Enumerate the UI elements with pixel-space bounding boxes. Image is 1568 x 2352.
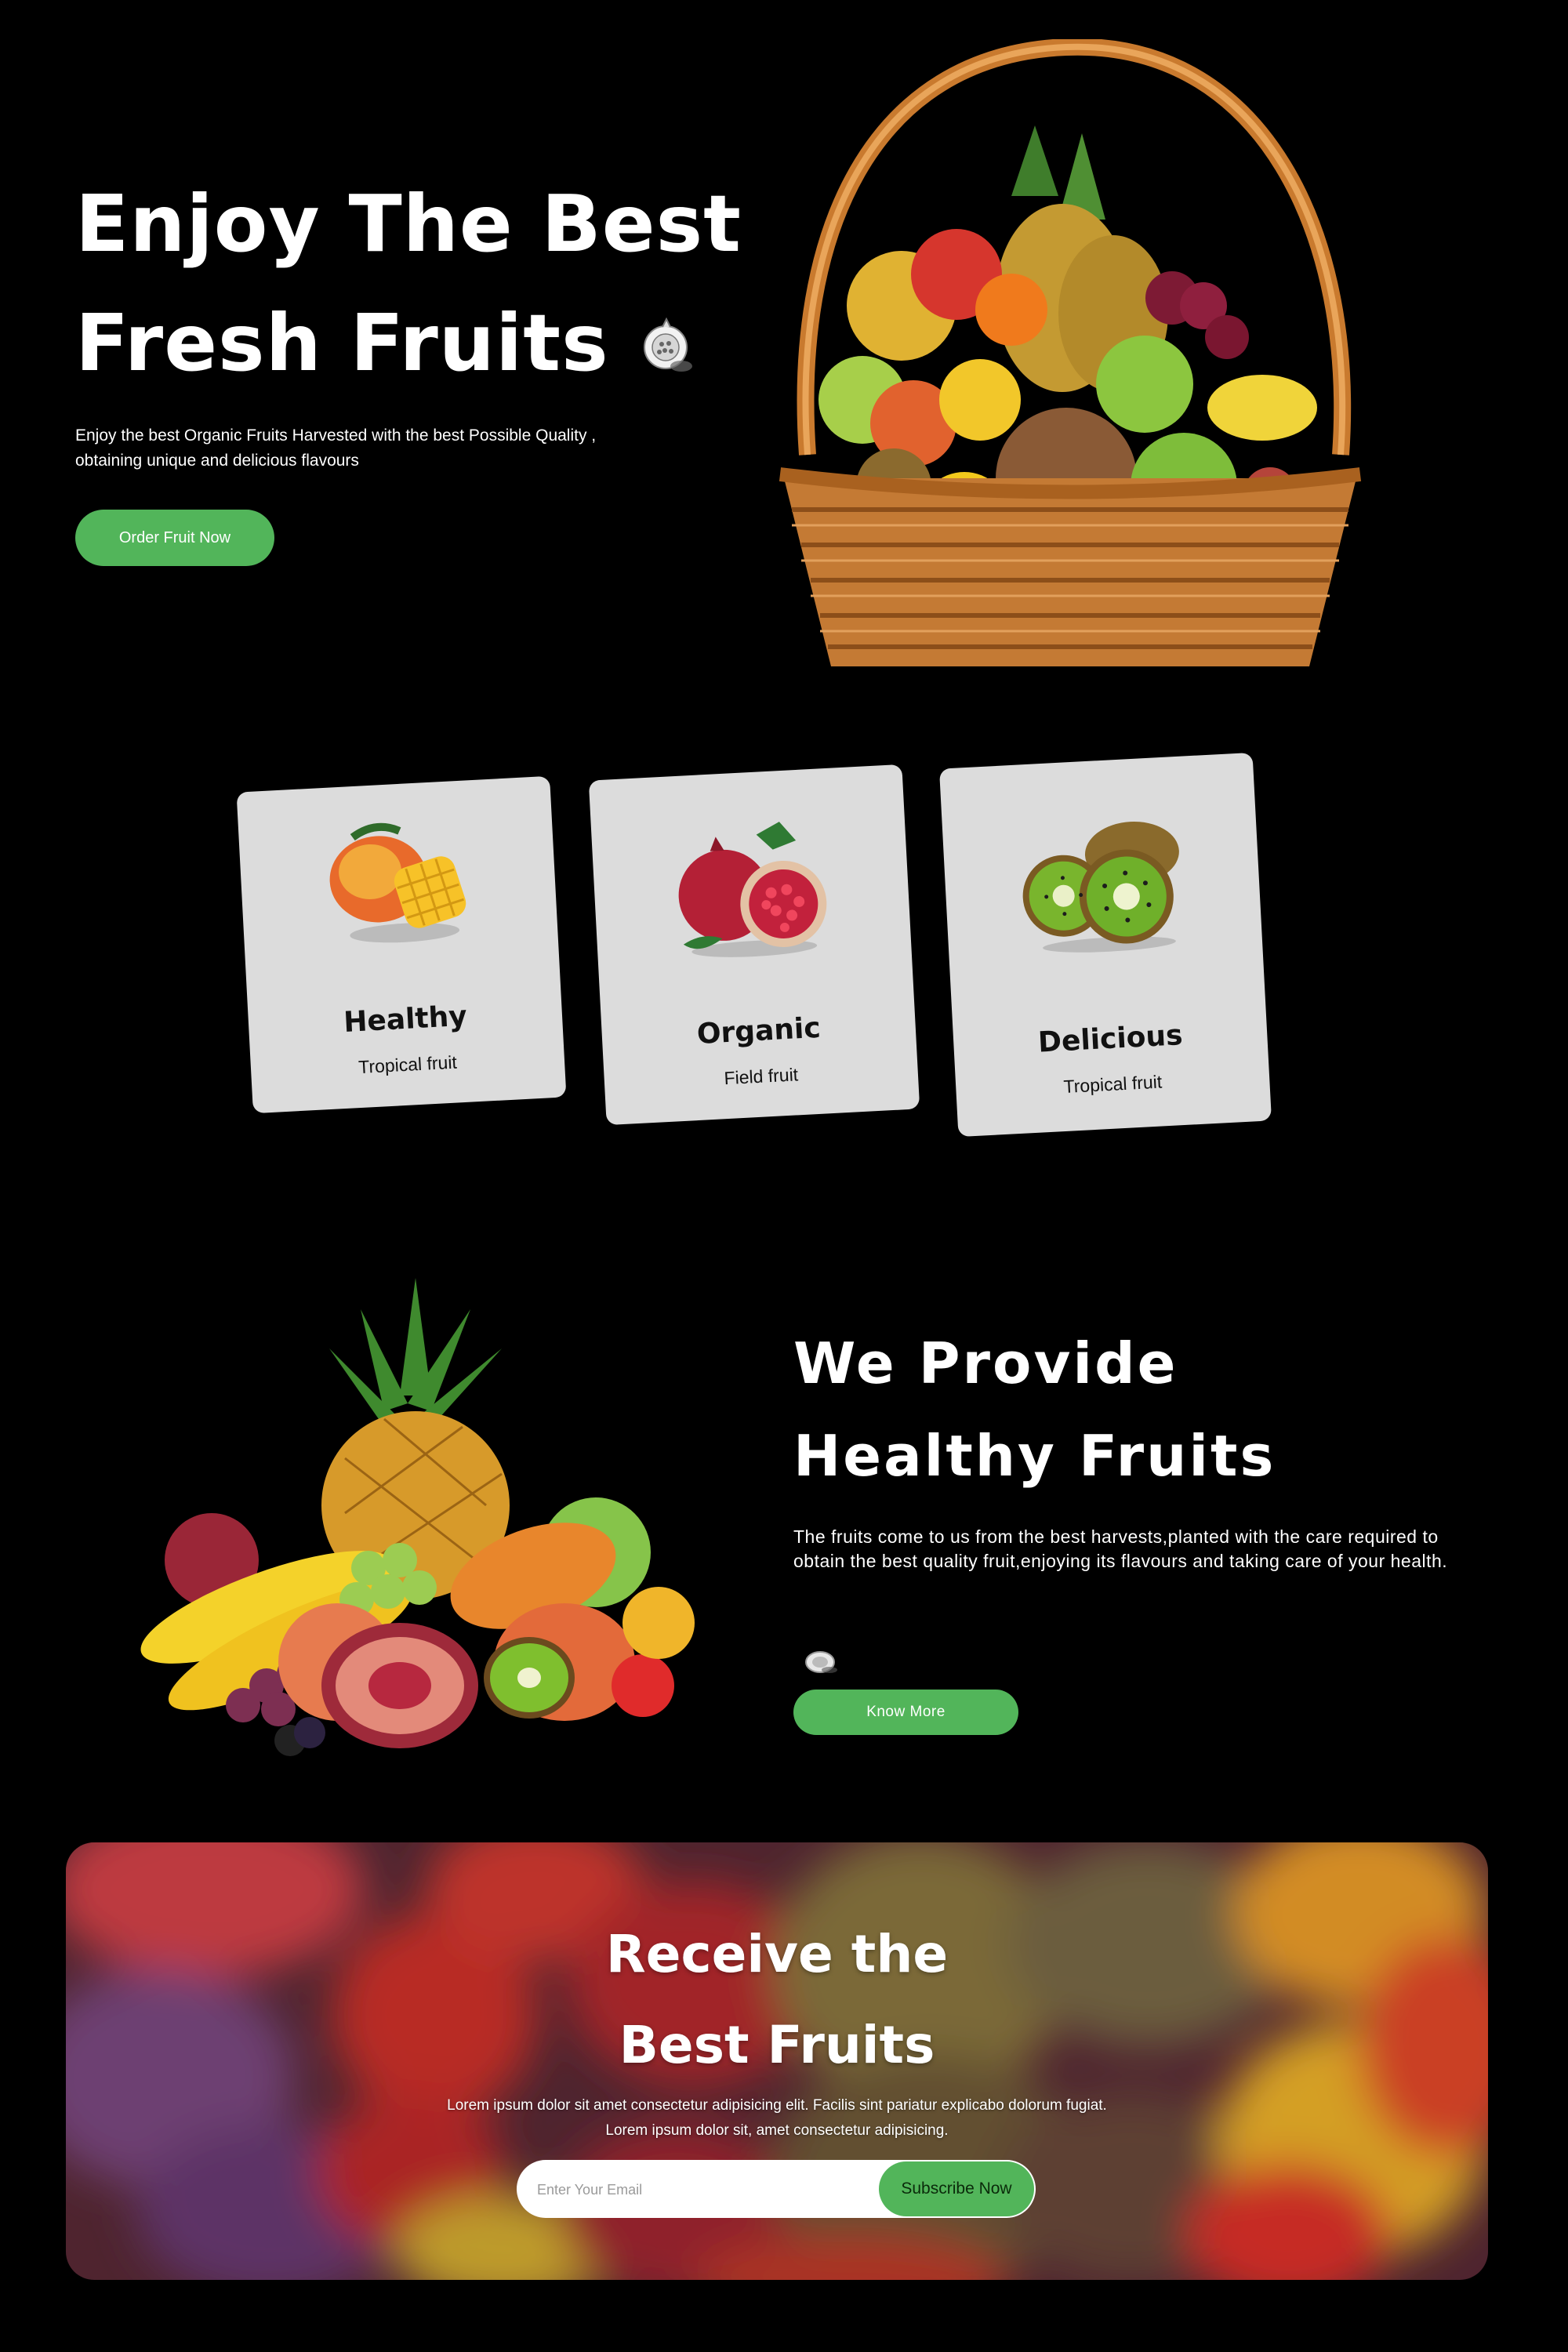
feature-card-healthy[interactable]: Healthy Tropical fruit bbox=[236, 775, 567, 1114]
subscribe-title: Receive the Best Fruits bbox=[66, 1909, 1488, 2091]
provide-text: The fruits come to us from the best harv… bbox=[793, 1526, 1448, 1571]
subscribe-title-line1: Receive the bbox=[605, 1924, 949, 1984]
card-subtitle: Field fruit bbox=[723, 1064, 799, 1089]
know-more-button[interactable]: Know More bbox=[793, 1690, 1018, 1735]
hero-title: Enjoy The Best Fresh Fruits bbox=[75, 165, 765, 408]
hero-subtitle: Enjoy the best Organic Fruits Harvested … bbox=[75, 423, 687, 474]
hero-title-line2-wrap: Fresh Fruits bbox=[75, 284, 765, 408]
fruit-basket-image bbox=[776, 38, 1388, 682]
feature-card-organic[interactable]: Organic Field fruit bbox=[588, 764, 920, 1126]
pomegranate-sketch-icon bbox=[641, 289, 695, 408]
feature-card-delicious[interactable]: Delicious Tropical fruit bbox=[938, 752, 1272, 1138]
mango-icon bbox=[320, 811, 476, 956]
provide-title-line1: We Provide bbox=[793, 1330, 1178, 1396]
subscribe-text: Lorem ipsum dolor sit amet consectetur a… bbox=[66, 2093, 1488, 2143]
card-title: Delicious bbox=[1037, 1019, 1184, 1059]
subscribe-form: Subscribe Now bbox=[517, 2160, 1036, 2218]
card-subtitle: Tropical fruit bbox=[358, 1051, 458, 1078]
fruit-pile-image bbox=[110, 1278, 713, 1756]
hero-title-line2: Fresh Fruits bbox=[75, 297, 609, 389]
subscribe-button[interactable]: Subscribe Now bbox=[879, 2161, 1034, 2216]
card-subtitle: Tropical fruit bbox=[1062, 1071, 1163, 1098]
provide-title: We Provide Healthy Fruits bbox=[793, 1317, 1499, 1502]
email-input[interactable] bbox=[535, 2171, 868, 2209]
hero-subtitle-line1: Enjoy the best Organic Fruits Harvested … bbox=[75, 426, 597, 445]
fruit-sketch-icon bbox=[803, 1648, 839, 1679]
subscribe-title-line2: Best Fruits bbox=[619, 2015, 935, 2075]
hero-title-line1: Enjoy The Best bbox=[75, 178, 742, 270]
hero-subtitle-line2: obtaining unique and delicious flavours bbox=[75, 452, 359, 470]
subscribe-text-line1: Lorem ipsum dolor sit amet consectetur a… bbox=[447, 2097, 1107, 2114]
kiwi-icon bbox=[1013, 815, 1192, 960]
card-title: Healthy bbox=[343, 1000, 468, 1039]
card-title: Organic bbox=[695, 1011, 822, 1051]
pomegranate-icon bbox=[662, 815, 841, 968]
order-fruit-button[interactable]: Order Fruit Now bbox=[75, 510, 274, 566]
subscribe-banner: Receive the Best Fruits Lorem ipsum dolo… bbox=[66, 1842, 1488, 2280]
provide-title-line2: Healthy Fruits bbox=[793, 1423, 1276, 1489]
subscribe-text-line2: Lorem ipsum dolor sit, amet consectetur … bbox=[605, 2122, 949, 2139]
